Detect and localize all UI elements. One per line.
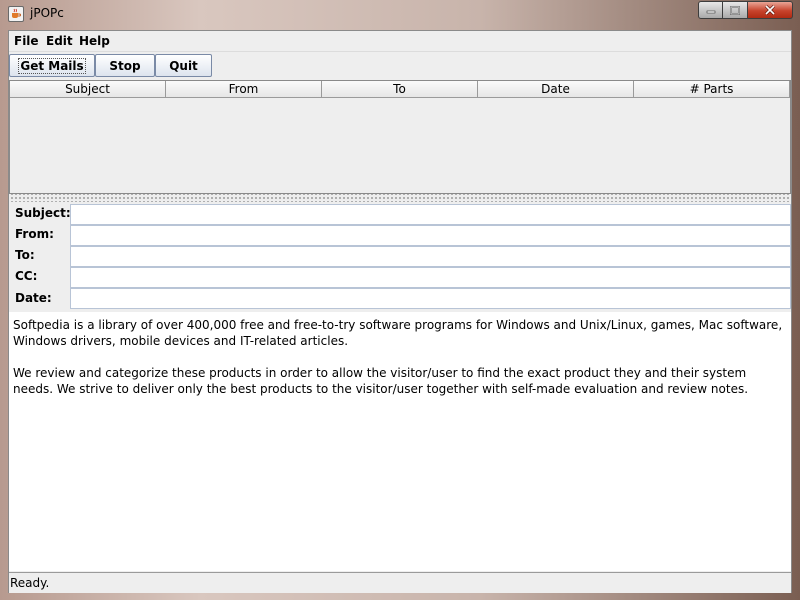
close-button[interactable]: [748, 1, 793, 19]
maximize-button[interactable]: [723, 1, 748, 19]
stop-button[interactable]: Stop: [95, 54, 155, 77]
window-title: jPOPc: [30, 6, 64, 20]
from-label: From:: [15, 227, 54, 241]
menu-file[interactable]: File: [14, 34, 39, 48]
message-body[interactable]: Softpedia is a library of over 400,000 f…: [9, 312, 791, 571]
toolbar: Get Mails Stop Quit: [9, 52, 791, 80]
maximize-icon: [730, 5, 740, 15]
title-bar[interactable]: jPOPc: [0, 0, 800, 30]
column-header-date[interactable]: Date: [478, 81, 634, 98]
quit-label: Quit: [169, 58, 198, 73]
menu-help[interactable]: Help: [79, 34, 110, 48]
app-window: jPOPc File Edit Help Get Mails Stop Quit…: [0, 0, 800, 600]
get-mails-button[interactable]: Get Mails: [9, 54, 95, 77]
column-header-subject[interactable]: Subject: [10, 81, 166, 98]
menu-bar: File Edit Help: [9, 31, 791, 52]
from-field[interactable]: [70, 225, 791, 246]
message-body-paragraph: Softpedia is a library of over 400,000 f…: [13, 318, 783, 348]
mail-list-table[interactable]: Subject From To Date # Parts: [9, 80, 791, 194]
column-header-from[interactable]: From: [166, 81, 322, 98]
subject-label: Subject:: [15, 206, 71, 220]
subject-field[interactable]: [70, 204, 791, 225]
get-mails-label: Get Mails: [18, 57, 86, 74]
date-label: Date:: [15, 291, 52, 305]
cc-field[interactable]: [70, 267, 791, 288]
date-field[interactable]: [70, 288, 791, 309]
status-text: Ready.: [10, 576, 50, 590]
quit-button[interactable]: Quit: [155, 54, 212, 77]
menu-edit[interactable]: Edit: [46, 34, 73, 48]
cc-label: CC:: [15, 269, 38, 283]
split-pane-divider[interactable]: [9, 194, 791, 202]
minimize-button[interactable]: [698, 1, 723, 19]
column-header-to[interactable]: To: [322, 81, 478, 98]
message-header-panel: Subject: From: To: CC: Date:: [9, 202, 791, 312]
status-bar: Ready.: [9, 572, 791, 593]
java-cup-icon[interactable]: [8, 6, 24, 22]
close-icon: [764, 5, 776, 15]
stop-label: Stop: [109, 58, 141, 73]
window-controls: [698, 1, 793, 21]
minimize-icon: [706, 10, 715, 14]
column-header-parts[interactable]: # Parts: [634, 81, 790, 98]
message-body-paragraph: We review and categorize these products …: [13, 366, 749, 396]
to-field[interactable]: [70, 246, 791, 267]
main-panel: File Edit Help Get Mails Stop Quit Subje…: [8, 30, 792, 593]
to-label: To:: [15, 248, 35, 262]
